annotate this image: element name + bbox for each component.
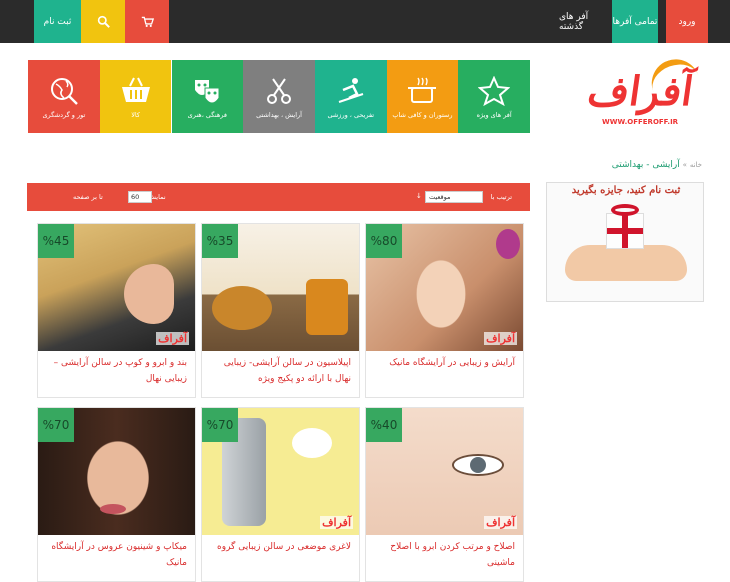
category-label: آفر های ویژه xyxy=(476,111,512,119)
category-beauty[interactable]: آرایش ، بهداشتی xyxy=(243,60,315,133)
ski-icon xyxy=(335,76,367,106)
category-recreation[interactable]: تفریحی ، ورزشی xyxy=(314,60,387,133)
flower-decoration xyxy=(292,428,332,458)
product-image[interactable]: %40 آفراف xyxy=(366,408,523,535)
breadcrumb: خانه » آرایشی - بهداشتی xyxy=(612,160,702,170)
masks-icon xyxy=(191,76,223,106)
category-label: رستوران و کافی شاپ xyxy=(392,111,453,119)
past-offers-link[interactable]: آفر های گذشته xyxy=(559,0,612,43)
breadcrumb-separator: » xyxy=(682,161,687,169)
per-page-label: تا بر صفحه xyxy=(73,193,103,201)
sort-select[interactable]: موقعیت xyxy=(425,191,483,203)
product-image[interactable]: %35 xyxy=(202,224,359,351)
hands-image xyxy=(565,245,687,281)
watermark: آفراف xyxy=(484,516,517,529)
product-title[interactable]: میکاپ و شینیون عروس در آرایشگاه مانیک xyxy=(38,535,195,581)
discount-badge: %80 xyxy=(366,224,402,258)
honey-bowl xyxy=(212,286,272,330)
basket-icon xyxy=(120,76,152,106)
search-icon xyxy=(97,15,110,28)
scissors-icon xyxy=(263,76,295,106)
product-card[interactable]: %70 آفراف لاغری موضعی در سالن زیبایی گرو… xyxy=(201,407,360,582)
globe-icon xyxy=(48,76,80,106)
banner-text: ثبت نام کنید، جایزه بگیرید xyxy=(571,185,681,196)
logo-text: آفراف xyxy=(584,68,697,115)
product-card[interactable]: %35 اپیلاسیون در سالن آرایشی- زیبایی نها… xyxy=(201,223,360,398)
category-label: تفریحی ، ورزشی xyxy=(327,111,375,119)
category-label: فرهنگی ،هنری xyxy=(187,111,227,119)
sort-toolbar: ترتیب با موقعیت ↓ نمایش 60 تا بر صفحه xyxy=(27,183,530,211)
discount-badge: %70 xyxy=(202,408,238,442)
sort-direction-icon[interactable]: ↓ xyxy=(416,192,422,200)
discount-badge: %45 xyxy=(38,224,74,258)
hand-shape xyxy=(124,264,174,324)
sort-label: ترتیب با xyxy=(490,193,512,201)
flower-decoration xyxy=(496,229,520,259)
product-image[interactable]: %70 xyxy=(38,408,195,535)
product-card[interactable]: %40 آفراف اصلاح و مرتب کردن ابرو با اصلا… xyxy=(365,407,524,582)
discount-badge: %40 xyxy=(366,408,402,442)
category-special-offers[interactable]: آفر های ویژه xyxy=(458,60,530,133)
watermark: آفراف xyxy=(156,332,189,345)
product-title[interactable]: بند و ابرو و کوپ در سالن آرایشی – زیبایی… xyxy=(38,351,195,397)
lips-shape xyxy=(100,504,126,514)
product-image[interactable]: %45 آفراف xyxy=(38,224,195,351)
cart-icon xyxy=(141,16,154,28)
top-navigation-bar: ثبت نام آفر های گذشته تمامی آفرها ورود xyxy=(0,0,730,43)
product-card[interactable]: %80 آفراف آرایش و زیبایی در آرایشگاه مان… xyxy=(365,223,524,398)
category-label: تور و گردشگری xyxy=(42,111,86,119)
per-page-select[interactable]: 60 xyxy=(128,191,152,203)
site-logo[interactable]: آفراف WWW.OFFEROFF.IR xyxy=(584,52,699,130)
product-card[interactable]: %70 میکاپ و شینیون عروس در آرایشگاه مانی… xyxy=(37,407,196,582)
discount-badge: %35 xyxy=(202,224,238,258)
star-icon xyxy=(477,75,511,107)
logo-url: WWW.OFFEROFF.IR xyxy=(602,118,679,126)
category-label: آرایش ، بهداشتی xyxy=(256,111,302,119)
all-offers-link[interactable]: تمامی آفرها xyxy=(612,0,658,43)
product-image[interactable]: %80 آفراف xyxy=(366,224,523,351)
product-title[interactable]: لاغری موضعی در سالن زیبایی گروه xyxy=(202,535,359,581)
product-title[interactable]: اصلاح و مرتب کردن ابرو با اصلاح ماشینی xyxy=(366,535,523,581)
product-image[interactable]: %70 آفراف xyxy=(202,408,359,535)
search-button[interactable] xyxy=(81,0,125,43)
category-cultural[interactable]: فرهنگی ،هنری xyxy=(171,60,244,133)
breadcrumb-current: آرایشی - بهداشتی xyxy=(611,160,680,170)
discount-badge: %70 xyxy=(38,408,74,442)
category-restaurant[interactable]: رستوران و کافی شاپ xyxy=(386,60,459,133)
category-label: کالا xyxy=(131,111,140,119)
category-tours[interactable]: تور و گردشگری xyxy=(28,60,100,133)
breadcrumb-home[interactable]: خانه xyxy=(690,161,702,169)
category-menu: آفر های ویژه رستوران و کافی شاپ تفریحی ،… xyxy=(28,60,530,133)
pot-icon xyxy=(406,76,438,106)
watermark: آفراف xyxy=(320,516,353,529)
gift-bow-icon xyxy=(611,204,639,216)
honey-jar xyxy=(306,279,348,335)
product-title[interactable]: آرایش و زیبایی در آرایشگاه مانیک xyxy=(366,351,523,397)
product-card[interactable]: %45 آفراف بند و ابرو و کوپ در سالن آرایش… xyxy=(37,223,196,398)
register-promo-banner[interactable]: ثبت نام کنید، جایزه بگیرید xyxy=(546,182,704,302)
product-title[interactable]: اپیلاسیون در سالن آرایشی- زیبایی نهال با… xyxy=(202,351,359,397)
cart-button[interactable] xyxy=(125,0,169,43)
login-button[interactable]: ورود xyxy=(666,0,708,43)
category-goods[interactable]: کالا xyxy=(99,60,172,133)
gift-box-icon xyxy=(606,213,644,249)
iris-shape xyxy=(470,457,486,473)
watermark: آفراف xyxy=(484,332,517,345)
register-button[interactable]: ثبت نام xyxy=(34,0,81,43)
